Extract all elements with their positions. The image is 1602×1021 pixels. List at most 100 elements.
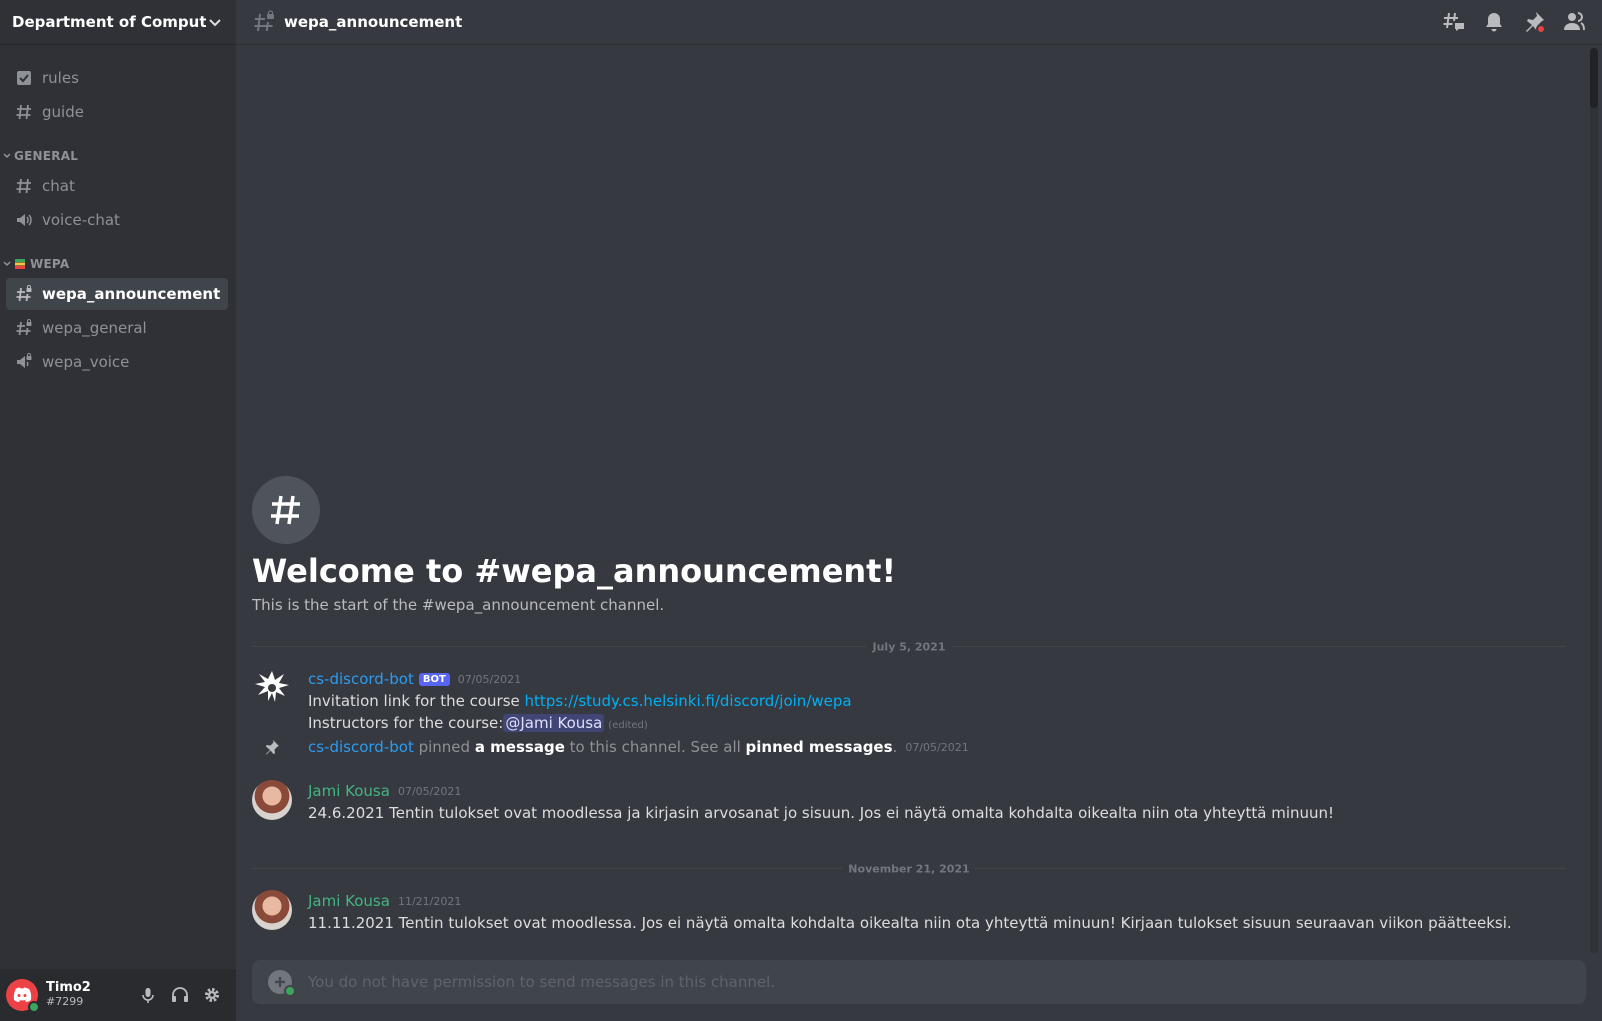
channel-label: rules [42,69,79,87]
university-logo-icon [255,671,289,702]
invite-link[interactable]: https://study.cs.helsinki.fi/discord/joi… [525,692,852,710]
channel-title: wepa_announcement [284,13,463,31]
message-text: Invitation link for the course [308,692,525,710]
message-timestamp: 07/05/2021 [397,784,462,798]
date-divider-label: November 21, 2021 [842,862,976,876]
message-author[interactable]: Jami Kousa [308,892,390,910]
notification-settings-button[interactable] [1482,10,1506,34]
message[interactable]: Jami Kousa 11/21/2021 11.11.2021 Tentin … [252,890,1572,934]
system-author[interactable]: cs-discord-bot [308,738,414,756]
threads-icon [1443,12,1464,31]
channel-label: wepa_general [42,319,147,337]
channel-wepa-general[interactable]: wepa_general [6,312,228,344]
channel-label: chat [42,177,75,195]
avatar[interactable] [252,890,292,930]
bell-icon [1486,13,1502,32]
channel-guide[interactable]: guide [6,96,228,128]
hash-icon [14,176,34,196]
message-area[interactable]: Welcome to #wepa_announcement! This is t… [236,44,1602,1021]
welcome-subtitle: This is the start of the #wepa_announcem… [252,596,665,614]
composer-placeholder: You do not have permission to send messa… [308,973,776,991]
avatar[interactable] [6,979,40,1013]
pinned-messages-link[interactable]: pinned messages [746,738,893,756]
server-name: Department of Compute... [12,13,206,31]
category-label: WEPA [30,257,70,271]
username: Timo2 [46,980,91,995]
channel-chat[interactable]: chat [6,170,228,202]
microphone-button[interactable] [132,979,164,1011]
channel-label: guide [42,103,84,121]
user-mention[interactable]: @Jami Kousa [503,714,605,732]
pinned-message-link[interactable]: a message [475,738,565,756]
chevron-down-icon [3,261,11,267]
message-author[interactable]: Jami Kousa [308,782,390,800]
scrollbar-track[interactable] [1590,48,1598,953]
online-status-icon [28,1001,40,1013]
rules-check-icon [14,68,34,88]
headphones-button[interactable] [164,979,196,1011]
bot-avatar[interactable] [252,668,292,708]
date-divider: July 5, 2021 [252,640,1566,654]
message-line: Instructors for the course: @Jami Kousa (e… [308,712,1572,737]
microphone-icon [142,988,154,1003]
channel-welcome: Welcome to #wepa_announcement! This is t… [252,476,1572,614]
channel-label: voice-chat [42,211,120,229]
user-panel: Timo2 #7299 [0,969,236,1021]
message-composer[interactable]: You do not have permission to send messa… [252,960,1586,1004]
chevron-down-icon [209,19,221,27]
hash-lock-icon [254,10,274,32]
headphones-icon [172,987,188,1002]
channel-voice-chat[interactable]: voice-chat [6,204,228,236]
gear-icon [205,988,219,1002]
speaker-lock-icon [14,352,34,372]
hash-lock-icon [14,318,34,338]
channel-sidebar: Department of Compute... rules guide GEN… [0,0,236,1021]
message-line: Invitation link for the course https://s… [308,690,1572,712]
system-text: pinned [413,738,475,756]
message[interactable]: Jami Kousa 07/05/2021 24.6.2021 Tentin t… [252,780,1572,824]
system-message: cs-discord-bot pinned a message to this … [252,736,1572,758]
lock-badge-icon [284,985,296,997]
hash-icon [252,476,320,544]
members-icon [1564,12,1585,31]
channel-label: wepa_announcement [42,285,221,303]
pin-icon [252,739,292,755]
date-divider-label: July 5, 2021 [866,640,952,654]
category-general[interactable]: GENERAL [0,144,236,168]
hash-icon [14,102,34,122]
member-list-button[interactable] [1562,10,1586,34]
hash-lock-icon [14,284,34,304]
message-timestamp: 07/05/2021 [457,672,522,686]
channel-wepa-voice[interactable]: wepa_voice [6,346,228,378]
message-text: 11.11.2021 Tentin tulokset ovat moodless… [308,914,1512,932]
system-text: . [892,738,898,756]
message-timestamp: 07/05/2021 [905,740,969,754]
bot-badge: BOT [418,672,450,686]
pinned-messages-button[interactable] [1522,10,1546,34]
plus-icon [275,977,285,987]
chevron-down-icon [3,153,11,159]
date-divider: November 21, 2021 [252,862,1566,876]
category-wepa[interactable]: WEPA [0,252,236,276]
channel-header: wepa_announcement [236,0,1602,44]
avatar[interactable] [252,780,292,820]
edited-label: (edited) [608,720,648,731]
user-settings-button[interactable] [196,979,228,1011]
channel-label: wepa_voice [42,353,130,371]
message-text: 24.6.2021 Tentin tulokset ovat moodlessa… [308,804,1335,822]
message-timestamp: 11/21/2021 [397,894,462,908]
scrollbar-thumb[interactable] [1590,48,1598,108]
pin-icon [1526,12,1546,34]
welcome-title: Welcome to #wepa_announcement! [252,552,897,590]
channel-rules[interactable]: rules [6,62,228,94]
server-header[interactable]: Department of Compute... [0,0,236,44]
message-author[interactable]: cs-discord-bot [308,670,414,688]
add-attachment-button[interactable] [268,970,296,997]
message[interactable]: cs-discord-bot BOT 07/05/2021 Invitation… [252,668,1572,737]
user-tag: #7299 [46,995,84,1008]
books-emoji-icon [15,259,25,269]
category-label: GENERAL [14,149,79,163]
speaker-icon [14,210,34,230]
threads-button[interactable] [1442,10,1466,34]
channel-wepa-announcement[interactable]: wepa_announcement [6,278,228,310]
